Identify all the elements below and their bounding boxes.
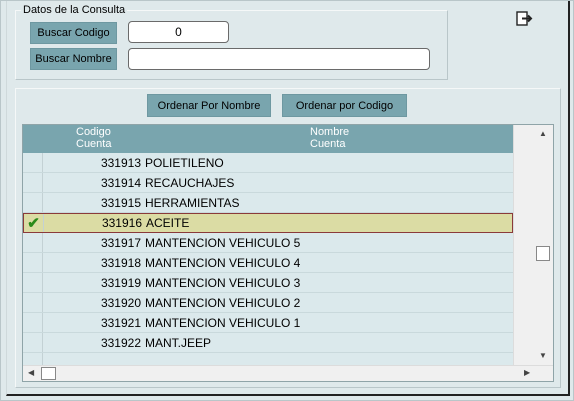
scroll-left-icon[interactable]: ◀ bbox=[28, 368, 34, 377]
header-codigo-line2: Cuenta bbox=[76, 138, 112, 150]
horizontal-scrollbar[interactable]: ◀ ▶ bbox=[23, 365, 553, 381]
cell-codigo: 331914 bbox=[100, 175, 141, 190]
cell-codigo: 331921 bbox=[100, 315, 141, 330]
cell-codigo: 331916 bbox=[101, 216, 142, 230]
cell-codigo: 331919 bbox=[100, 275, 141, 290]
cell-codigo: 331913 bbox=[100, 155, 141, 170]
row-selector[interactable] bbox=[23, 333, 43, 352]
cell-nombre: ACEITE bbox=[146, 216, 190, 230]
row-selector[interactable] bbox=[23, 313, 43, 332]
table-row[interactable]: 331919 MANTENCION VEHICULO 3 bbox=[23, 273, 513, 293]
table-row[interactable]: 331917 MANTENCION VEHICULO 5 bbox=[23, 233, 513, 253]
cell-nombre: MANTENCION VEHICULO 1 bbox=[145, 315, 301, 330]
table-row[interactable]: 331915 HERRAMIENTAS bbox=[23, 193, 513, 213]
vertical-scroll-thumb[interactable] bbox=[536, 246, 550, 261]
cell-nombre: MANTENCION VEHICULO 2 bbox=[145, 295, 301, 310]
accounts-grid: Codigo Cuenta Nombre Cuenta 331913 POLIET… bbox=[22, 124, 554, 382]
cell-codigo: 331922 bbox=[100, 335, 141, 350]
row-selector[interactable] bbox=[23, 253, 43, 272]
cell-nombre: POLIETILENO bbox=[145, 155, 224, 170]
scroll-up-icon[interactable]: ▲ bbox=[538, 129, 548, 138]
cell-nombre: MANTENCION VEHICULO 3 bbox=[145, 275, 301, 290]
header-nombre[interactable]: Nombre Cuenta bbox=[310, 126, 349, 150]
main-window: Datos de la Consulta Buscar Codigo 0 Bus… bbox=[0, 0, 574, 401]
cell-nombre: MANT.JEEP bbox=[145, 335, 212, 350]
table-row[interactable]: 331913 POLIETILENO bbox=[23, 153, 513, 173]
buscar-nombre-input[interactable] bbox=[128, 48, 430, 70]
buscar-codigo-label: Buscar Codigo bbox=[30, 22, 117, 44]
cell-codigo: 331915 bbox=[100, 195, 141, 210]
header-nombre-line2: Cuenta bbox=[310, 138, 346, 150]
row-selector[interactable] bbox=[23, 273, 43, 292]
scroll-down-icon[interactable]: ▼ bbox=[538, 351, 548, 360]
order-by-name-button[interactable]: Ordenar Por Nombre bbox=[147, 94, 271, 117]
cell-nombre: MANTENCION VEHICULO 4 bbox=[145, 255, 301, 270]
row-selector[interactable] bbox=[23, 193, 43, 212]
row-selector[interactable] bbox=[23, 173, 43, 192]
table-row[interactable]: 331921 MANTENCION VEHICULO 1 bbox=[23, 313, 513, 333]
selected-check-icon: ✔ bbox=[27, 215, 40, 232]
row-selector[interactable]: ✔ bbox=[24, 214, 44, 232]
query-groupbox-title: Datos de la Consulta bbox=[21, 4, 128, 16]
grid-body: 331913 POLIETILENO 331914 RECAUCHAJES 331915… bbox=[23, 153, 513, 373]
header-codigo[interactable]: Codigo Cuenta bbox=[76, 126, 111, 150]
exit-icon[interactable] bbox=[516, 10, 534, 28]
cell-codigo: 331920 bbox=[100, 295, 141, 310]
table-row[interactable]: 331920 MANTENCION VEHICULO 2 bbox=[23, 293, 513, 313]
row-selector[interactable] bbox=[23, 153, 43, 172]
grid-header: Codigo Cuenta Nombre Cuenta bbox=[23, 125, 513, 153]
cell-codigo: 331917 bbox=[100, 235, 141, 250]
table-row[interactable]: 331918 MANTENCION VEHICULO 4 bbox=[23, 253, 513, 273]
table-row[interactable]: 331922 MANT.JEEP bbox=[23, 333, 513, 353]
buscar-codigo-input[interactable]: 0 bbox=[128, 21, 229, 43]
cell-nombre: MANTENCION VEHICULO 5 bbox=[145, 235, 301, 250]
buscar-nombre-label: Buscar Nombre bbox=[30, 48, 117, 70]
row-selector[interactable] bbox=[23, 233, 43, 252]
cell-nombre: HERRAMIENTAS bbox=[145, 195, 240, 210]
header-codigo-line1: Codigo bbox=[76, 126, 111, 138]
scroll-right-icon[interactable]: ▶ bbox=[524, 368, 530, 377]
header-nombre-line1: Nombre bbox=[310, 126, 350, 138]
row-selector[interactable] bbox=[23, 293, 43, 312]
table-row[interactable]: ✔ 331916 ACEITE bbox=[23, 213, 513, 233]
horizontal-scroll-thumb[interactable] bbox=[41, 367, 56, 380]
vertical-scrollbar[interactable]: ▲ ▼ bbox=[513, 125, 553, 365]
cell-nombre: RECAUCHAJES bbox=[145, 175, 235, 190]
cell-codigo: 331918 bbox=[100, 255, 141, 270]
table-row[interactable]: 331914 RECAUCHAJES bbox=[23, 173, 513, 193]
order-by-code-button[interactable]: Ordenar por Codigo bbox=[282, 94, 407, 117]
